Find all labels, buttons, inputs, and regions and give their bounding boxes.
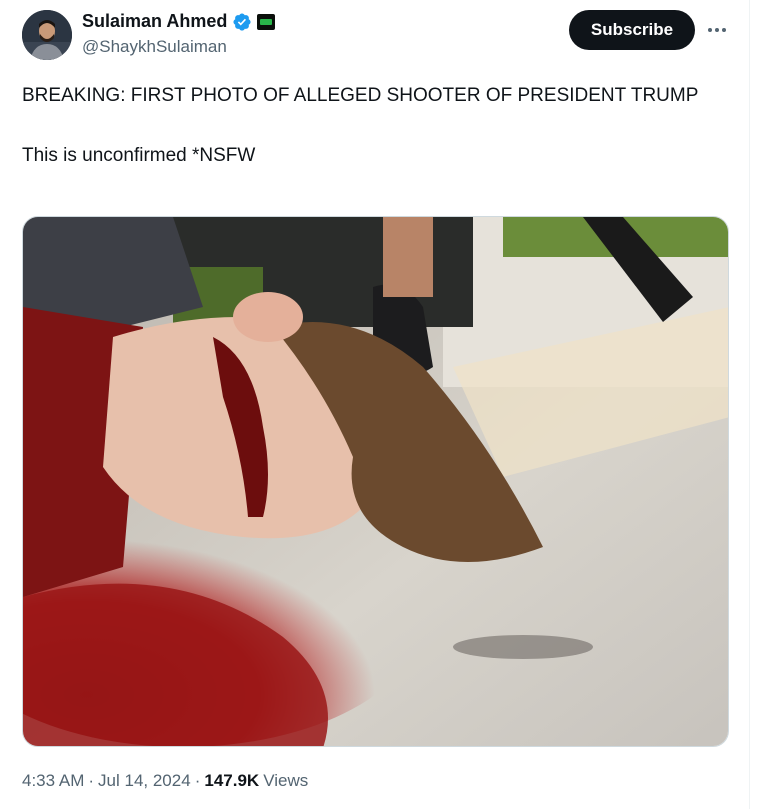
author-handle[interactable]: @ShaykhSulaiman <box>82 37 227 57</box>
subscribe-button[interactable]: Subscribe <box>569 10 695 50</box>
author-name-row: Sulaiman Ahmed <box>82 11 276 32</box>
views-count: 147.9K <box>204 771 260 790</box>
post-date[interactable]: Jul 14, 2024 <box>98 771 191 791</box>
more-options-icon[interactable] <box>705 20 729 40</box>
verified-badge-icon[interactable] <box>232 12 252 32</box>
meta-separator: · <box>194 771 201 790</box>
photo-image <box>23 217 728 746</box>
post-meta: 4:33 AM · Jul 14, 2024 · 147.9K Views <box>22 771 308 791</box>
more-dot <box>722 28 726 32</box>
post-text-line: This is unconfirmed *NSFW <box>22 145 256 166</box>
more-dot <box>708 28 712 32</box>
avatar[interactable] <box>22 10 72 60</box>
author-name[interactable]: Sulaiman Ahmed <box>82 11 227 32</box>
post-text: BREAKING: FIRST PHOTO OF ALLEGED SHOOTER… <box>22 82 722 170</box>
post-time[interactable]: 4:33 AM <box>22 771 84 791</box>
post-text-line: BREAKING: FIRST PHOTO OF ALLEGED SHOOTER… <box>22 85 699 106</box>
post-card: Sulaiman Ahmed @ShaykhSulaiman Subscribe… <box>0 0 750 809</box>
affiliate-badge-icon[interactable] <box>257 13 276 30</box>
post-photo[interactable] <box>22 216 729 747</box>
meta-separator: · <box>88 771 95 790</box>
avatar-image <box>22 10 72 60</box>
views-label: Views <box>263 771 309 790</box>
more-dot <box>715 28 719 32</box>
